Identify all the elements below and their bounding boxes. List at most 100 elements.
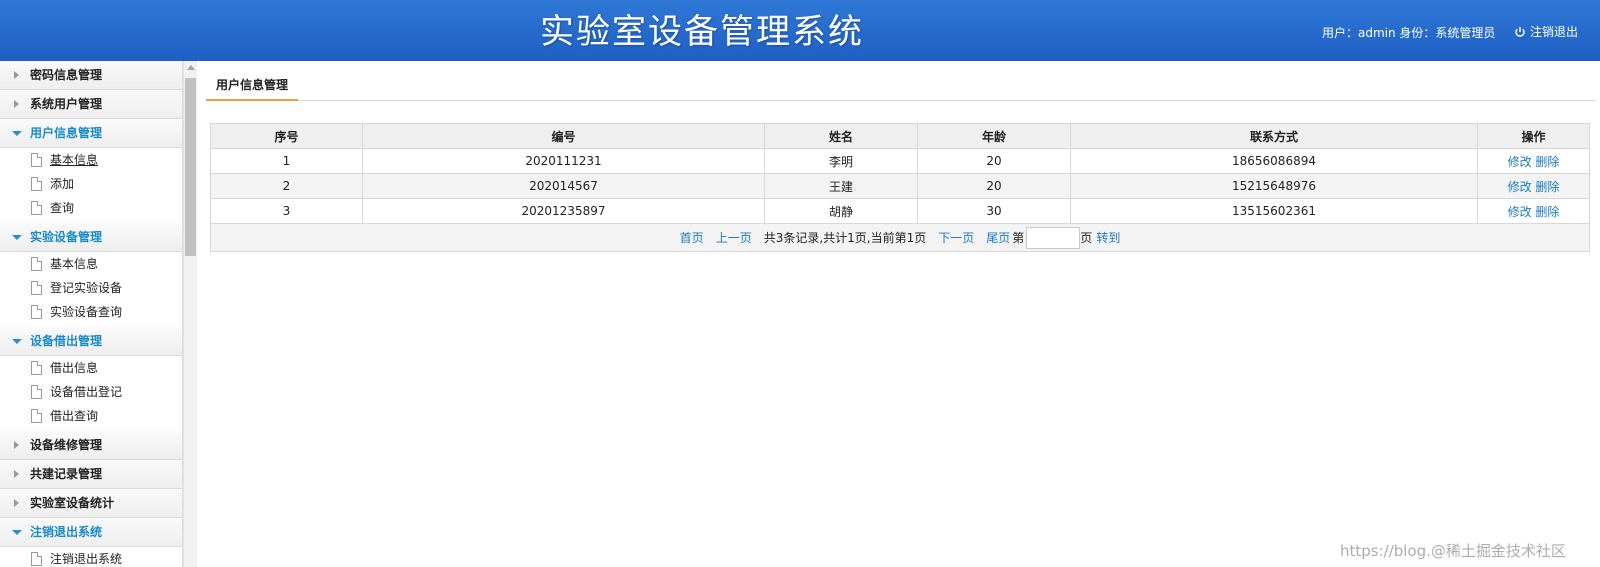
caret-down-icon xyxy=(12,339,22,344)
cell-actions: 修改 删除 xyxy=(1477,173,1590,199)
sidebar-item-label: 登记实验设备 xyxy=(50,281,123,295)
sidebar-item[interactable]: 查询 xyxy=(0,196,182,220)
sidebar-item[interactable]: 添加 xyxy=(0,172,182,196)
sidebar-item[interactable]: 借出信息 xyxy=(0,356,182,380)
user-table-container: 序号 编号 姓名 年龄 联系方式 操作 1 2020111231 李明 20 18656… xyxy=(210,123,1590,252)
user-info: 用户：admin 身份：系统管理员 xyxy=(1322,26,1496,40)
power-icon xyxy=(1515,27,1525,37)
logout-button[interactable]: 注销退出 xyxy=(1514,23,1578,40)
col-header-contact: 联系方式 xyxy=(1070,123,1478,149)
sidebar-item[interactable]: 实验设备查询 xyxy=(0,300,182,324)
caret-down-icon xyxy=(12,131,22,136)
sidebar-group-5[interactable]: 设备维修管理 xyxy=(0,431,182,460)
sidebar-item[interactable]: 注销退出系统 xyxy=(0,547,182,567)
page-number-input[interactable] xyxy=(1026,226,1081,249)
cell-name: 李明 xyxy=(764,148,918,174)
cell-index: 1 xyxy=(210,148,363,174)
sidebar-item[interactable]: 设备借出登记 xyxy=(0,380,182,404)
sidebar-group-6[interactable]: 共建记录管理 xyxy=(0,460,182,489)
document-icon xyxy=(31,385,42,399)
sidebar: 密码信息管理 系统用户管理 用户信息管理 基本信息 添加 查询 实验设备管理 基本信息 登记实验… xyxy=(0,61,183,567)
sidebar-group-0[interactable]: 密码信息管理 xyxy=(0,61,182,90)
sidebar-group-label: 共建记录管理 xyxy=(30,467,103,481)
sidebar-group-label: 实验室设备统计 xyxy=(30,496,115,510)
cell-age: 30 xyxy=(917,198,1071,224)
sidebar-group-8[interactable]: 注销退出系统 xyxy=(0,518,182,547)
sidebar-group-1[interactable]: 系统用户管理 xyxy=(0,90,182,119)
cell-index: 3 xyxy=(210,198,363,224)
sidebar-group-label: 设备维修管理 xyxy=(30,438,103,452)
document-icon xyxy=(31,177,42,191)
page-prefix: 第 xyxy=(1012,231,1025,245)
col-header-age: 年龄 xyxy=(917,123,1071,149)
sidebar-item-label: 基本信息 xyxy=(50,257,99,271)
caret-right-icon xyxy=(14,100,19,108)
sidebar-item-label: 借出查询 xyxy=(50,409,99,423)
tab-bar: 用户信息管理 xyxy=(206,70,1596,101)
sidebar-item-label: 注销退出系统 xyxy=(50,552,123,566)
table-row: 1 2020111231 李明 20 18656086894 修改 删除 xyxy=(210,148,1590,174)
document-icon xyxy=(31,552,42,566)
sidebar-group-3[interactable]: 实验设备管理 xyxy=(0,223,182,252)
document-icon xyxy=(31,409,42,423)
sidebar-group-2[interactable]: 用户信息管理 xyxy=(0,119,182,148)
sidebar-group-4[interactable]: 设备借出管理 xyxy=(0,327,182,356)
sidebar-group-label: 实验设备管理 xyxy=(30,230,103,244)
table-header-row: 序号 编号 姓名 年龄 联系方式 操作 xyxy=(210,123,1590,149)
sidebar-item-label: 查询 xyxy=(50,201,75,215)
app-title: 实验室设备管理系统 xyxy=(540,12,864,52)
caret-right-icon xyxy=(14,470,19,478)
first-page-link[interactable]: 首页 xyxy=(680,229,704,246)
sidebar-item[interactable]: 借出查询 xyxy=(0,404,182,428)
cell-index: 2 xyxy=(210,173,363,199)
pager: 首页 上一页 共3条记录,共计1页,当前第1页 下一页 尾页第 页转到 xyxy=(674,226,1127,249)
table-row: 2 202014567 王建 20 15215648976 修改 删除 xyxy=(210,173,1590,199)
document-icon xyxy=(31,305,42,319)
delete-link[interactable]: 删除 xyxy=(1535,155,1559,169)
caret-down-icon xyxy=(12,530,22,535)
watermark: https://blog.@稀土掘金技术社区 xyxy=(1340,542,1566,560)
edit-link[interactable]: 修改 xyxy=(1508,180,1532,194)
sidebar-item-label: 借出信息 xyxy=(50,361,99,375)
sidebar-group-label: 注销退出系统 xyxy=(30,525,103,539)
edit-link[interactable]: 修改 xyxy=(1508,205,1532,219)
cell-actions: 修改 删除 xyxy=(1477,148,1590,174)
sidebar-scrollbar[interactable] xyxy=(183,61,197,567)
pager-cell: 首页 上一页 共3条记录,共计1页,当前第1页 下一页 尾页第 页转到 xyxy=(210,223,1590,252)
prev-page-link[interactable]: 上一页 xyxy=(716,229,752,246)
tab-user-info[interactable]: 用户信息管理 xyxy=(206,70,299,101)
cell-name: 王建 xyxy=(764,173,918,199)
cell-contact: 15215648976 xyxy=(1070,173,1478,199)
sidebar-group-label: 系统用户管理 xyxy=(30,97,103,111)
sidebar-group-label: 设备借出管理 xyxy=(30,334,103,348)
cell-actions: 修改 删除 xyxy=(1477,198,1590,224)
cell-name: 胡静 xyxy=(764,198,918,224)
delete-link[interactable]: 删除 xyxy=(1535,205,1559,219)
sidebar-item-label: 基本信息 xyxy=(50,153,99,167)
table-row: 3 20201235897 胡静 30 13515602361 修改 删除 xyxy=(210,198,1590,224)
col-header-index: 序号 xyxy=(210,123,363,149)
cell-age: 20 xyxy=(917,148,1071,174)
goto-page-link[interactable]: 转到 xyxy=(1096,229,1120,246)
cell-contact: 13515602361 xyxy=(1070,198,1478,224)
caret-down-icon xyxy=(12,235,22,240)
pager-info: 共3条记录,共计1页,当前第1页 xyxy=(763,231,927,245)
scroll-thumb[interactable] xyxy=(185,78,196,256)
sidebar-item[interactable]: 基本信息 xyxy=(0,252,182,276)
document-icon xyxy=(31,257,42,271)
scroll-up-arrow-icon[interactable] xyxy=(187,65,195,70)
next-page-link[interactable]: 下一页 xyxy=(938,229,974,246)
user-table: 序号 编号 姓名 年龄 联系方式 操作 1 2020111231 李明 20 18656… xyxy=(210,123,1590,252)
delete-link[interactable]: 删除 xyxy=(1535,180,1559,194)
caret-right-icon xyxy=(14,499,19,507)
last-page-link[interactable]: 尾页 xyxy=(986,229,1010,246)
edit-link[interactable]: 修改 xyxy=(1508,155,1532,169)
cell-age: 20 xyxy=(917,173,1071,199)
sidebar-group-7[interactable]: 实验室设备统计 xyxy=(0,489,182,518)
sidebar-item[interactable]: 基本信息 xyxy=(0,148,182,172)
document-icon xyxy=(31,201,42,215)
cell-id: 20201235897 xyxy=(362,198,765,224)
sidebar-item[interactable]: 登记实验设备 xyxy=(0,276,182,300)
sidebar-item-label: 设备借出登记 xyxy=(50,385,123,399)
sidebar-item-label: 实验设备查询 xyxy=(50,305,123,319)
